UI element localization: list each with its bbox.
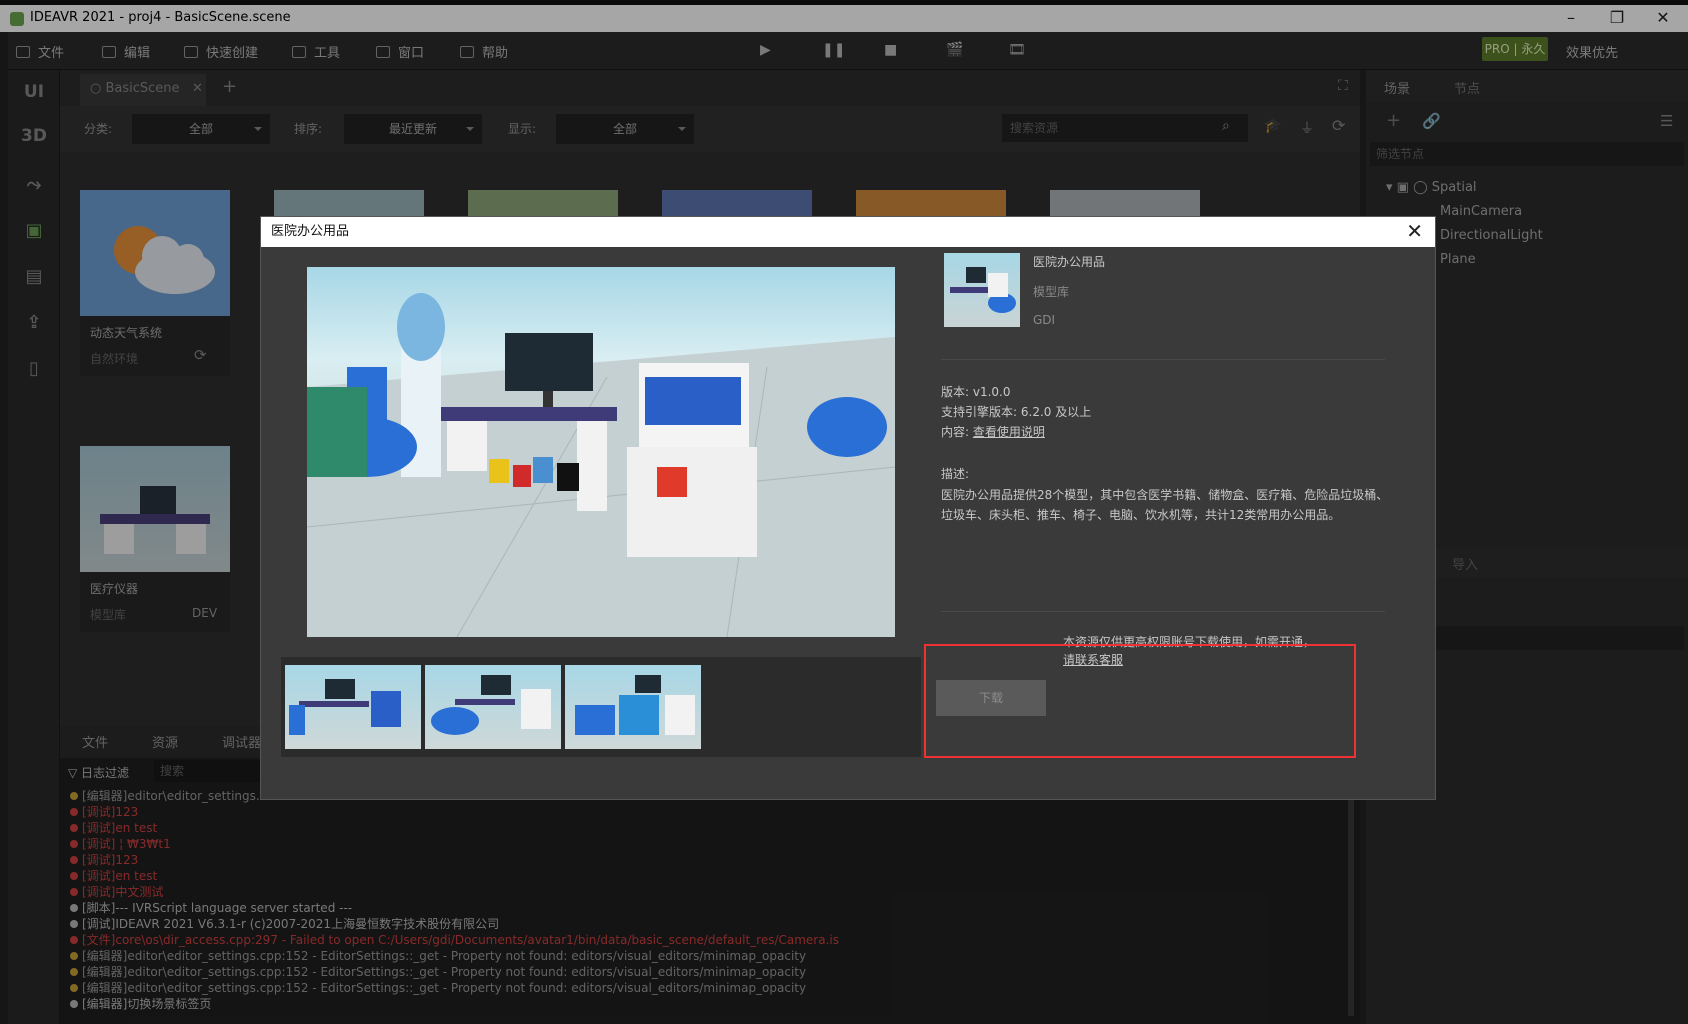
product-thumbnail (944, 253, 1020, 327)
divider (941, 359, 1385, 360)
preview-image (307, 267, 895, 637)
description-text: 医院办公用品提供28个模型，其中包含医学书籍、储物盒、医疗箱、危险品垃圾桶、垃圾… (941, 488, 1389, 522)
content-row: 内容: 查看使用说明 (941, 425, 1045, 439)
usage-guide-link[interactable]: 查看使用说明 (973, 425, 1045, 439)
dialog-title: 医院办公用品 (261, 217, 1435, 247)
thumbnail-strip (281, 657, 921, 757)
version-row: 版本: v1.0.0 (941, 385, 1011, 399)
product-name: 医院办公用品 (1033, 255, 1106, 269)
product-category: 模型库 (1033, 285, 1070, 299)
thumbnail-2[interactable] (425, 665, 561, 749)
close-icon[interactable]: ✕ (1406, 219, 1423, 243)
divider (941, 611, 1385, 612)
highlight-box (924, 644, 1356, 758)
product-author: GDI (1033, 313, 1056, 327)
thumbnail-1[interactable] (285, 665, 421, 749)
thumbnail-3[interactable] (565, 665, 701, 749)
engine-row: 支持引擎版本: 6.2.0 及以上 (941, 405, 1092, 419)
description-label: 描述: (941, 467, 970, 481)
